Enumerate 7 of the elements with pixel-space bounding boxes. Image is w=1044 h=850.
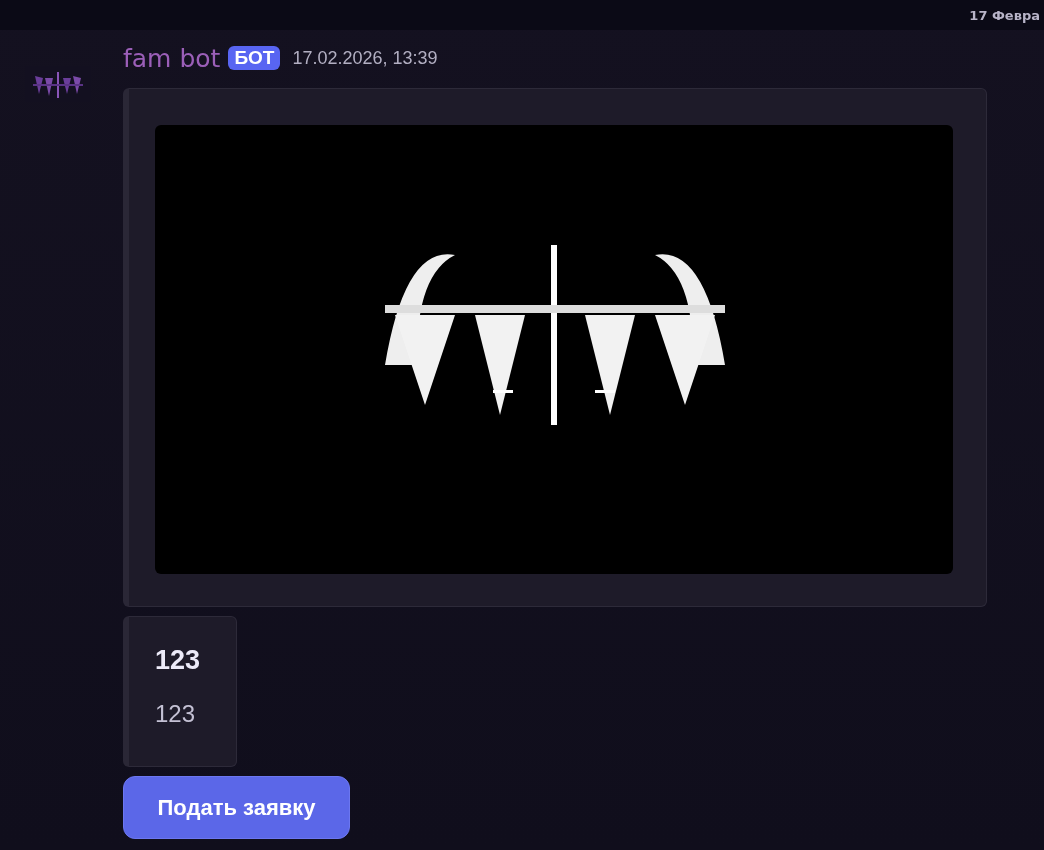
date-divider-text: 17 Февра bbox=[969, 7, 1040, 23]
apply-button[interactable]: Подать заявку bbox=[123, 776, 350, 839]
timestamp: 17.02.2026, 13:39 bbox=[292, 47, 438, 69]
embed-title: 123 bbox=[155, 645, 202, 676]
author-name[interactable]: fam bot bbox=[123, 43, 221, 73]
bot-badge: БОТ bbox=[228, 46, 281, 70]
embed-description: 123 bbox=[155, 700, 197, 728]
